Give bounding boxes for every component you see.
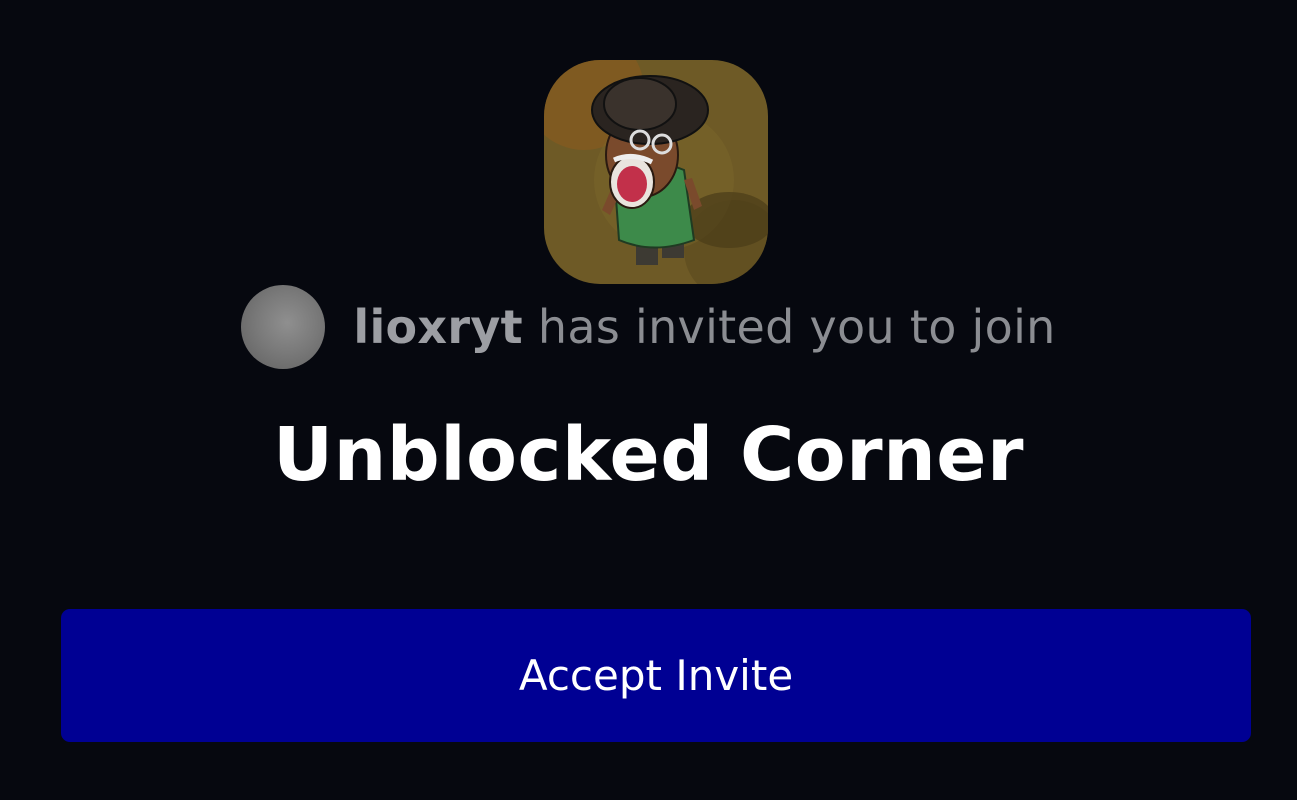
- invite-text: lioxryt has invited you to join: [353, 300, 1055, 354]
- inviter-name: lioxryt: [353, 300, 523, 354]
- invite-page: lioxryt has invited you to join Unblocke…: [0, 0, 1297, 800]
- inviter-row: lioxryt has invited you to join: [0, 284, 1297, 370]
- accept-invite-button[interactable]: Accept Invite: [61, 609, 1251, 742]
- invite-message: has invited you to join: [537, 300, 1056, 354]
- server-name: Unblocked Corner: [273, 412, 1024, 498]
- server-icon: [544, 60, 768, 284]
- inviter-avatar: [241, 285, 326, 369]
